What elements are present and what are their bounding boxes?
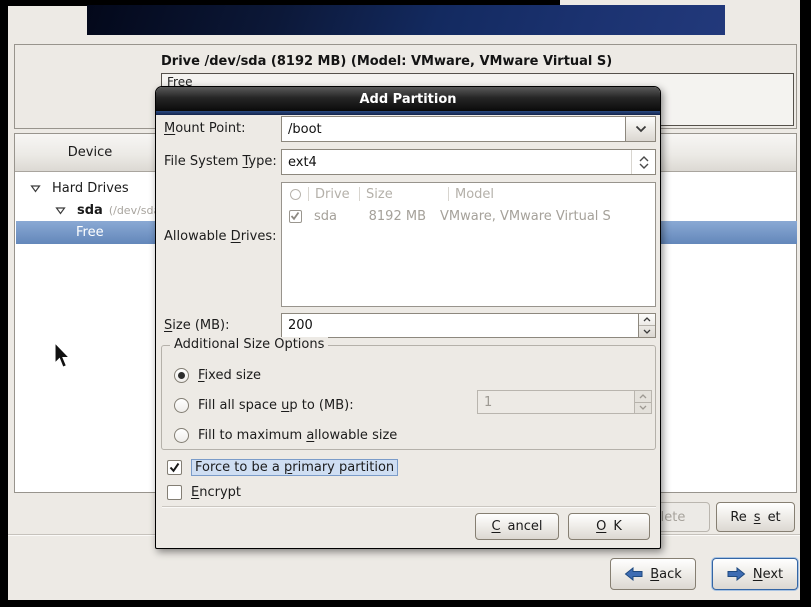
fill-up-to-spinbox: 1 bbox=[477, 390, 652, 414]
add-partition-dialog: Add Partition Mount Point: /boot File Sy… bbox=[155, 86, 661, 549]
next-arrow-icon bbox=[727, 567, 746, 581]
next-button[interactable]: Next bbox=[712, 558, 798, 590]
back-arrow-icon bbox=[624, 567, 643, 581]
radio-button[interactable] bbox=[174, 427, 189, 443]
drive-model-cell: VMware, VMware Virtual S bbox=[440, 208, 611, 224]
mount-point-value: /boot bbox=[288, 121, 322, 137]
fs-type-combo[interactable]: ext4 bbox=[281, 149, 656, 175]
tree-item-label: Hard Drives bbox=[52, 180, 129, 196]
allowable-drives-label: Allowable Drives: bbox=[164, 229, 277, 244]
column-divider bbox=[448, 187, 449, 201]
dialog-button-separator bbox=[162, 506, 656, 508]
reset-button[interactable]: Re s et bbox=[716, 502, 795, 532]
spin-up-icon bbox=[635, 391, 651, 403]
brand-banner bbox=[87, 5, 725, 35]
force-primary-label: Force to be a primary partition bbox=[191, 458, 399, 476]
dialog-title-accent bbox=[156, 111, 660, 115]
combo-updown-icon[interactable] bbox=[631, 150, 655, 174]
ok-button[interactable]: OK bbox=[568, 513, 650, 540]
mount-point-label: Mount Point: bbox=[164, 121, 246, 136]
fill-up-to-option[interactable]: Fill all space up to (MB): bbox=[174, 396, 354, 414]
back-button[interactable]: Back bbox=[610, 558, 696, 590]
additional-size-options-frame: Additional Size Options Fixed size Fill … bbox=[161, 337, 656, 450]
drives-header-row: Drive Size Model bbox=[282, 183, 655, 205]
size-label: Size (MB): bbox=[164, 318, 230, 333]
screen: Drive /dev/sda (8192 MB) (Model: VMware,… bbox=[0, 0, 811, 607]
fill-maximum-option[interactable]: Fill to maximum allowable size bbox=[174, 426, 397, 444]
dialog-title: Add Partition bbox=[156, 87, 660, 111]
column-divider bbox=[359, 187, 360, 201]
force-primary-row[interactable]: Force to be a primary partition bbox=[167, 458, 399, 476]
encrypt-checkbox[interactable] bbox=[167, 484, 182, 500]
force-primary-checkbox[interactable] bbox=[167, 459, 182, 475]
model-column-header: Model bbox=[455, 186, 495, 202]
spin-down-icon[interactable] bbox=[639, 326, 655, 337]
drive-size-cell: 8192 MB bbox=[368, 208, 426, 224]
fill-maximum-label: Fill to maximum allowable size bbox=[198, 427, 398, 443]
radio-column-icon bbox=[282, 188, 308, 200]
fill-up-to-value: 1 bbox=[484, 394, 493, 410]
next-button-label: Next bbox=[752, 566, 784, 582]
expander-triangle-icon[interactable] bbox=[30, 184, 42, 193]
allowable-drives-table[interactable]: Drive Size Model sda 8192 MB VMware, VMw… bbox=[281, 182, 656, 307]
radio-button[interactable] bbox=[174, 367, 189, 383]
drive-name-cell: sda bbox=[314, 208, 337, 224]
tree-item-label: Free bbox=[76, 225, 104, 240]
spin-up-icon[interactable] bbox=[639, 314, 655, 326]
size-column-header: Size bbox=[366, 186, 393, 202]
drive-row-sda[interactable]: sda 8192 MB VMware, VMware Virtual S bbox=[282, 205, 655, 227]
additional-size-options-legend: Additional Size Options bbox=[170, 337, 329, 352]
spinner-arrows-icon bbox=[634, 391, 651, 413]
radio-button[interactable] bbox=[174, 397, 189, 413]
spinner-arrows-icon[interactable] bbox=[638, 314, 655, 337]
mouse-cursor bbox=[53, 341, 71, 373]
chevron-down-icon[interactable] bbox=[625, 117, 655, 141]
back-button-label: Back bbox=[650, 566, 682, 582]
spin-down-icon bbox=[635, 403, 651, 414]
column-divider bbox=[308, 187, 309, 201]
fixed-size-option[interactable]: Fixed size bbox=[174, 366, 261, 384]
tree-item-label: sda bbox=[77, 202, 103, 218]
cancel-button[interactable]: Cancel bbox=[475, 513, 559, 540]
drive-column-header: Drive bbox=[315, 186, 350, 202]
encrypt-label: Encrypt bbox=[191, 484, 241, 500]
fs-type-value: ext4 bbox=[288, 154, 317, 170]
fixed-size-label: Fixed size bbox=[198, 367, 262, 383]
size-value: 200 bbox=[288, 318, 313, 333]
encrypt-row[interactable]: Encrypt bbox=[167, 483, 241, 501]
fs-type-label: File System Type: bbox=[164, 154, 277, 169]
mount-point-combo[interactable]: /boot bbox=[281, 116, 656, 142]
drive-checkbox[interactable] bbox=[288, 209, 302, 223]
drive-title: Drive /dev/sda (8192 MB) (Model: VMware,… bbox=[161, 54, 613, 69]
fill-up-to-label: Fill all space up to (MB): bbox=[198, 397, 354, 413]
expander-triangle-icon[interactable] bbox=[55, 206, 67, 215]
size-spinbox[interactable]: 200 bbox=[281, 313, 656, 338]
device-column-label: Device bbox=[67, 145, 113, 160]
